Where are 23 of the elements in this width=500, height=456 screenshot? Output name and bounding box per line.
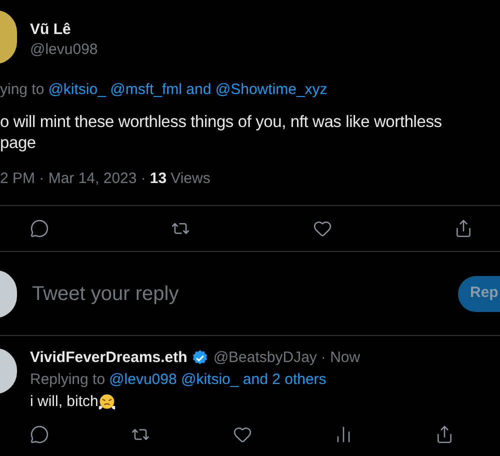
reply-text: i will, bitch bbox=[30, 392, 98, 412]
share-icon[interactable] bbox=[435, 425, 454, 444]
like-icon[interactable] bbox=[232, 425, 252, 444]
replying-to-label: ying to bbox=[0, 80, 44, 100]
views-count: 13 bbox=[150, 169, 167, 189]
author-name: Vũ Lê bbox=[30, 20, 72, 40]
steaming-face-icon bbox=[98, 393, 116, 411]
replying-to-label: Replying to bbox=[30, 370, 106, 390]
tweet-text-line: o will mint these worthless things of you, nft was like worthless bbox=[0, 112, 443, 133]
mentions-link[interactable]: @levu098 @kitsio_ and 2 others bbox=[109, 370, 326, 390]
post-time: · Now bbox=[320, 348, 360, 368]
tweet-text-line: page bbox=[0, 133, 37, 154]
share-icon[interactable] bbox=[454, 219, 473, 238]
author-name: VividFeverDreams.eth bbox=[30, 348, 188, 368]
author-handle: @BeatsbyDJay bbox=[213, 348, 317, 368]
reply-icon[interactable] bbox=[30, 425, 49, 444]
mentions-link[interactable]: @kitsio_ @msft_fml and @Showtime_xyz bbox=[48, 80, 328, 100]
reply-input[interactable]: Tweet your reply bbox=[32, 278, 458, 308]
reply-icon[interactable] bbox=[30, 219, 49, 238]
timestamp: 2 PM · Mar 14, 2023 · bbox=[0, 169, 146, 189]
views-label: Views bbox=[170, 169, 210, 189]
author-handle: @levu098 bbox=[30, 40, 98, 60]
like-icon[interactable] bbox=[312, 219, 332, 238]
